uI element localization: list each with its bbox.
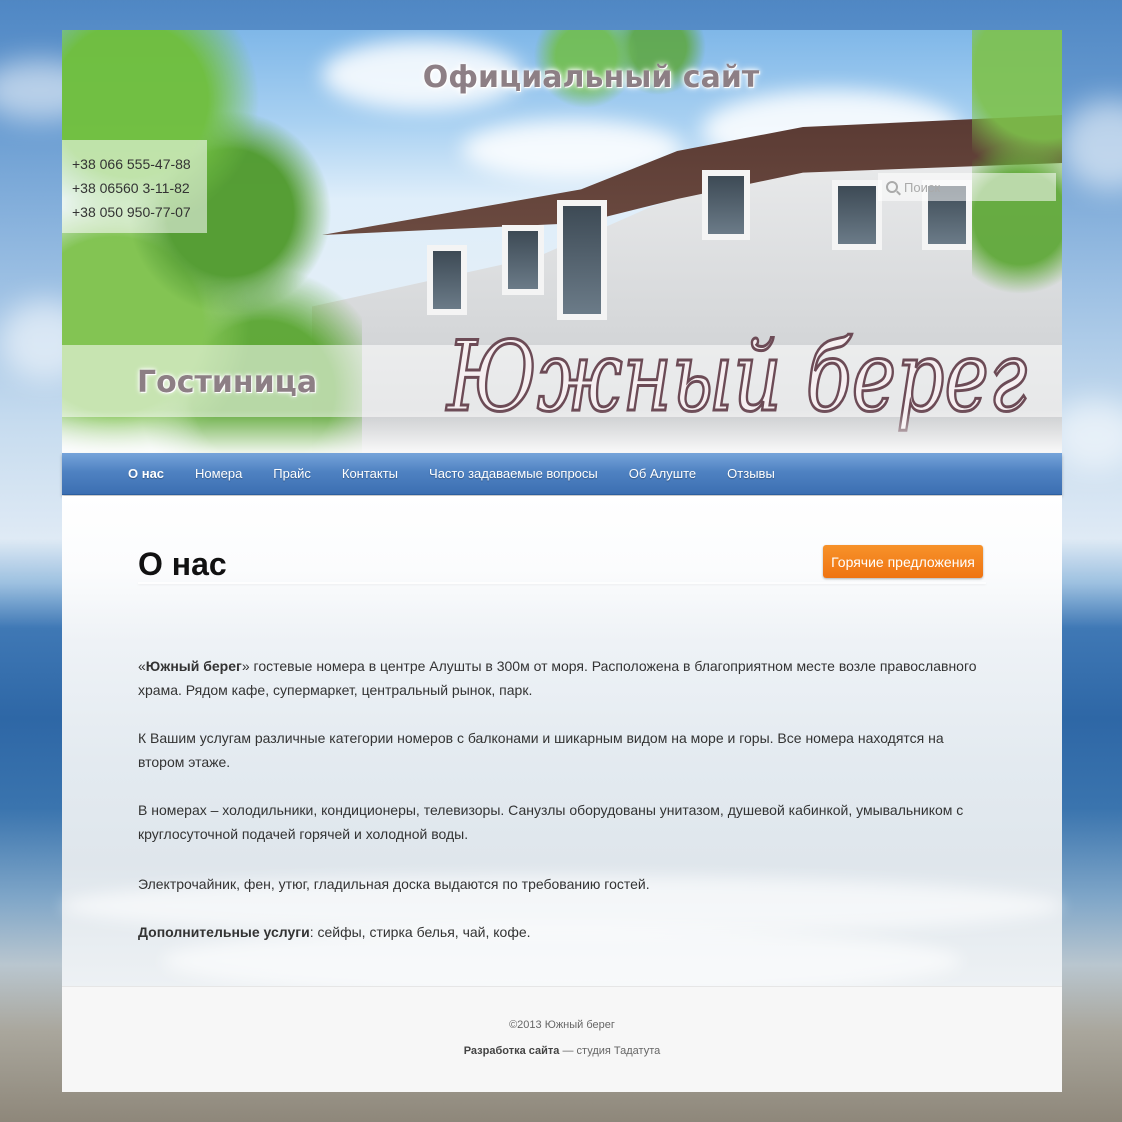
phone-number[interactable]: +38 050 950-77-07 (72, 200, 207, 224)
hotel-name-bold: Южный берег (145, 658, 242, 674)
search-icon (886, 181, 898, 193)
phone-number[interactable]: +38 06560 3-11-82 (72, 176, 207, 200)
extra-services-text: : сейфы, стирка белья, чай, кофе. (309, 924, 531, 940)
nav-item-reviews[interactable]: Отзывы (727, 466, 775, 481)
paragraph-extra-services: Дополнительные услуги: сейфы, стирка бел… (138, 920, 988, 944)
developer-studio: — студия Тадатута (559, 1045, 661, 1057)
main-content: О нас Горячие предложения «Южный берег» … (62, 496, 1062, 996)
building-window (832, 180, 882, 250)
background-cloud (1060, 100, 1122, 190)
paragraph-on-request: Электрочайник, фен, утюг, гладильная дос… (138, 876, 650, 892)
title-divider (138, 582, 986, 584)
nav-item-price[interactable]: Прайс (273, 466, 311, 481)
site-footer: ©2013 Южный берег Разработка сайта — сту… (62, 986, 1062, 1092)
header-fade (62, 410, 1062, 453)
phone-list: +38 066 555-47-88 +38 06560 3-11-82 +38 … (62, 140, 207, 233)
main-navigation: О нас Номера Прайс Контакты Часто задава… (62, 453, 1062, 495)
search-box[interactable] (878, 173, 1056, 201)
copyright-text: ©2013 Южный берег (509, 1019, 615, 1031)
paragraph-rooms: К Вашим услугам различные категории номе… (138, 730, 944, 770)
building-window (702, 170, 750, 240)
quote-open: « (138, 658, 146, 674)
official-site-title: Официальный сайт (422, 60, 760, 95)
page-title: О нас (138, 546, 227, 582)
search-input[interactable] (904, 179, 1044, 195)
developer-link[interactable]: Разработка сайта (464, 1045, 560, 1057)
nav-item-about[interactable]: О нас (128, 466, 164, 481)
extra-services-label: Дополнительные услуги (138, 924, 310, 940)
nav-item-alushta[interactable]: Об Алуште (629, 466, 696, 481)
developer-credit: Разработка сайта — студия Тадатута (62, 1045, 1062, 1057)
site-header: Официальный сайт +38 066 555-47-88 +38 0… (62, 30, 1062, 453)
paragraph-amenities: В номерах – холодильники, кондиционеры, … (138, 802, 964, 842)
intro-text: » гостевые номера в центре Алушты в 300м… (138, 658, 977, 698)
nav-item-rooms[interactable]: Номера (195, 466, 242, 481)
nav-item-faq[interactable]: Часто задаваемые вопросы (429, 466, 598, 481)
paragraph-intro: «Южный берег» гостевые номера в центре А… (138, 654, 988, 702)
nav-item-contacts[interactable]: Контакты (342, 466, 398, 481)
hotel-label: Гостиница (137, 365, 318, 400)
phone-number[interactable]: +38 066 555-47-88 (72, 152, 207, 176)
hot-offers-button[interactable]: Горячие предложения (823, 545, 983, 578)
page-container: Официальный сайт +38 066 555-47-88 +38 0… (62, 30, 1062, 1092)
